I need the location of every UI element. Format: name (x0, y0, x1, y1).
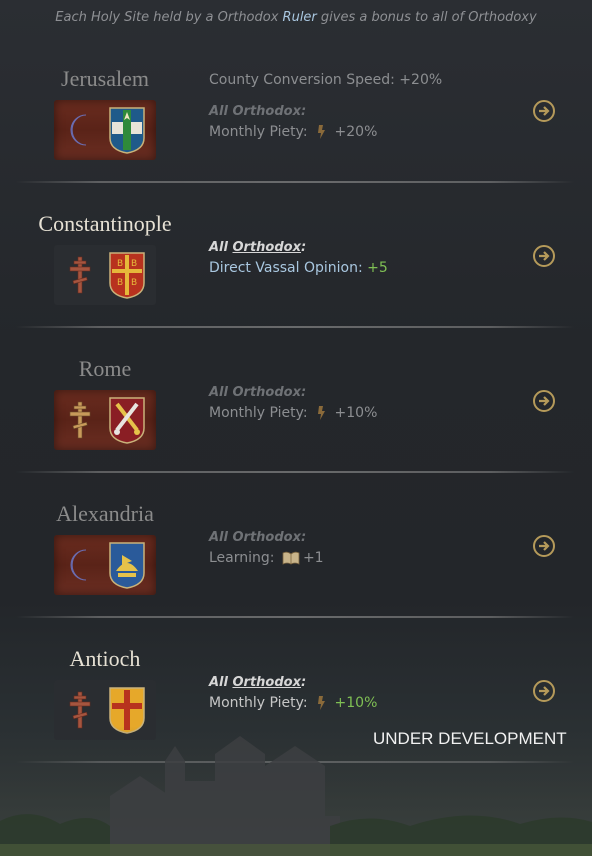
holy-site-effects: All Orthodox: Monthly Piety: +10% (209, 382, 377, 424)
all-faith-label: All Orthodox: (209, 530, 307, 545)
effect-value: +10% (334, 695, 378, 711)
svg-text:B: B (117, 278, 123, 288)
effect-label: Monthly Piety: (209, 405, 308, 421)
holy-site-icons (54, 535, 156, 595)
svg-text:B: B (117, 259, 123, 269)
holy-site-jerusalem: Jerusalem County Conversion Speed: +20% … (0, 38, 592, 183)
svg-text:B: B (131, 259, 137, 269)
effect-value: +10% (334, 405, 378, 421)
goto-arrow-icon[interactable] (532, 679, 556, 703)
svg-text:B: B (131, 278, 137, 288)
holy-site-name: Jerusalem (61, 66, 149, 91)
book-icon (282, 551, 300, 565)
holy-site-icons (54, 390, 156, 450)
piety-icon (318, 125, 326, 139)
ruler-link[interactable]: Ruler (283, 10, 317, 25)
orthodox-cross-icon[interactable] (62, 400, 98, 440)
holy-site-name: Rome (78, 356, 132, 381)
header-text-end: gives a bonus to all of Orthodoxy (316, 10, 537, 25)
byzantine-coat-of-arms-icon[interactable]: B B B B (108, 251, 146, 299)
header-text: Each Holy Site held by a Orthodox (55, 10, 283, 25)
effect-label: Monthly Piety: (209, 124, 308, 140)
holy-site-name: Antioch (69, 646, 141, 671)
holy-site-icons (54, 100, 156, 160)
holy-site-effects: All Orthodox: Direct Vassal Opinion: +5 (209, 237, 388, 279)
papal-coat-of-arms-icon[interactable] (108, 396, 146, 444)
holy-site-name: Constantinople (38, 211, 172, 236)
all-faith-label: All Orthodox: (209, 385, 307, 400)
effect-label: Learning: (209, 550, 275, 566)
effect-line: Monthly Piety: +20% (209, 122, 442, 143)
extra-bonus-line: County Conversion Speed: +20% (209, 72, 443, 88)
orthodox-cross-icon[interactable] (62, 255, 98, 295)
holy-site-effects: All Orthodox: Learning: +1 (209, 527, 324, 569)
holy-site-alexandria: Alexandria All Orthodox: Learning: +1 (0, 473, 592, 618)
holy-site-description: Each Holy Site held by a Orthodox Ruler … (0, 10, 592, 25)
orthodox-cross-icon[interactable] (62, 690, 98, 730)
goto-arrow-icon[interactable] (532, 389, 556, 413)
effect-label: Monthly Piety: (209, 695, 308, 711)
jerusalem-coat-of-arms-icon[interactable] (108, 106, 146, 154)
effect-line: Monthly Piety: +10% (209, 693, 377, 714)
all-faith-label: All Orthodox: (209, 104, 307, 119)
all-faith-label: All Orthodox: (209, 675, 307, 690)
all-faith-label: All Orthodox: (209, 240, 307, 255)
alexandria-coat-of-arms-icon[interactable] (108, 541, 146, 589)
effect-line: Direct Vassal Opinion: +5 (209, 258, 388, 279)
goto-arrow-icon[interactable] (532, 99, 556, 123)
effect-label[interactable]: Direct Vassal Opinion: (209, 260, 363, 276)
faith-link[interactable]: Orthodox (233, 675, 302, 690)
crescent-icon[interactable] (62, 545, 98, 585)
effect-value: +20% (334, 124, 378, 140)
holy-site-effects: All Orthodox: Monthly Piety: +10% (209, 672, 377, 714)
holy-site-name: Alexandria (56, 501, 154, 526)
holy-site-constantinople: Constantinople B B B B All Orthodox: Dir… (0, 183, 592, 328)
holy-site-effects: County Conversion Speed: +20% All Orthod… (209, 70, 442, 143)
effect-line: Monthly Piety: +10% (209, 403, 377, 424)
goto-arrow-icon[interactable] (532, 244, 556, 268)
crescent-icon[interactable] (62, 110, 98, 150)
goto-arrow-icon[interactable] (532, 534, 556, 558)
effect-value: +1 (302, 550, 324, 566)
piety-icon (318, 406, 326, 420)
holy-site-rome: Rome All Orthodox: Monthly Piety: +10% (0, 328, 592, 473)
faith-link[interactable]: Orthodox (233, 240, 302, 255)
piety-icon (318, 696, 326, 710)
under-development-label: UNDER DEVELOPMENT (373, 729, 567, 748)
effect-line: Learning: +1 (209, 548, 324, 569)
holy-site-icons: B B B B (54, 245, 156, 305)
effect-value: +5 (367, 260, 388, 276)
